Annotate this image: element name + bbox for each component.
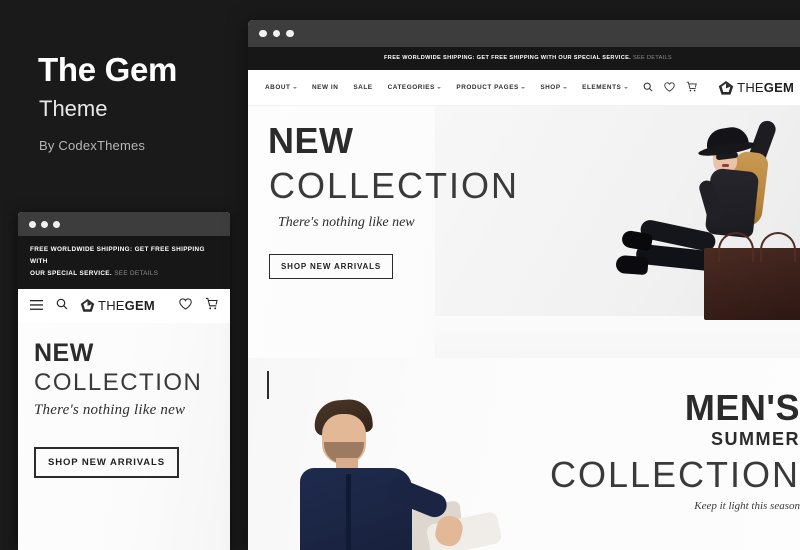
mobile-announcement-line2: OUR SPECIAL SERVICE.	[30, 269, 113, 277]
chevron-down-icon	[437, 86, 442, 89]
nav-label: ELEMENTS	[582, 84, 622, 91]
nav-item-product-pages[interactable]: PRODUCT PAGES	[456, 84, 526, 91]
chevron-down-icon	[563, 86, 568, 89]
hero-slide2-line1: MEN'S	[684, 387, 800, 428]
desktop-site-logo[interactable]: THEGEM	[718, 80, 794, 96]
nav-label: SHOP	[540, 84, 561, 91]
desktop-logo-text: THEGEM	[737, 80, 794, 95]
theme-subtitle: Theme	[39, 96, 108, 121]
mobile-hero-section: NEW COLLECTION There's nothing like new …	[18, 322, 230, 550]
mobile-hero-tagline: There's nothing like new	[34, 402, 186, 419]
desktop-announcement-text: FREE WORLDWIDE SHIPPING: GET FREE SHIPPI…	[384, 55, 632, 62]
hamburger-menu-icon[interactable]	[30, 297, 43, 315]
handbag-handle-shape	[718, 232, 754, 262]
mobile-announcement-bar: FREE WORLDWIDE SHIPPING: GET FREE SHIPPI…	[18, 236, 230, 289]
mobile-see-details-link[interactable]: SEE DETAILS	[114, 270, 158, 277]
mobile-shop-new-arrivals-button[interactable]: SHOP NEW ARRIVALS	[34, 447, 179, 479]
shirt-placket-shape	[346, 474, 351, 550]
hero-slide1-line1: NEW	[268, 120, 354, 161]
main-navigation: ABOUT NEW IN SALE CATEGORIES PRODUCT PAG…	[265, 84, 628, 91]
mobile-site-header: THEGEM	[18, 288, 230, 323]
chevron-down-icon	[623, 86, 628, 89]
shopping-cart-icon[interactable]	[686, 79, 697, 97]
mobile-preview-window: FREE WORLDWIDE SHIPPING: GET FREE SHIPPI…	[18, 212, 230, 550]
logo-gem: GEM	[763, 80, 794, 95]
heart-icon[interactable]	[179, 297, 192, 315]
chevron-down-icon	[292, 86, 297, 89]
model-boot-right-shape	[615, 254, 649, 276]
screenshot-stage: The Gem Theme By CodexThemes FREE WORLDW…	[0, 0, 800, 550]
nav-item-new-in[interactable]: NEW IN	[312, 84, 338, 91]
window-dot-maximize[interactable]	[286, 29, 294, 38]
hero-slide2-copy: MEN'S SUMMER COLLECTION Keep it light th…	[550, 390, 800, 512]
hero-slide1-copy: NEW COLLECTION There's nothing like new …	[268, 123, 519, 279]
hero-slide2-line2: SUMMER	[711, 429, 800, 449]
nav-item-shop[interactable]: SHOP	[540, 84, 568, 91]
desktop-site-header: ABOUT NEW IN SALE CATEGORIES PRODUCT PAG…	[248, 70, 800, 106]
hero-slide1-line2: COLLECTION	[269, 165, 520, 206]
window-dot-close[interactable]	[29, 220, 36, 228]
window-dot-close[interactable]	[259, 29, 267, 38]
chevron-down-icon	[521, 86, 526, 89]
theme-author: By CodexThemes	[39, 138, 146, 153]
nav-item-sale[interactable]: SALE	[353, 84, 372, 91]
nav-item-about[interactable]: ABOUT	[265, 84, 297, 91]
gem-pentagon-icon	[718, 80, 734, 95]
nav-label: NEW IN	[311, 84, 339, 91]
model-lips-shape	[722, 164, 729, 167]
logo-the: THE	[737, 80, 764, 95]
nav-label: PRODUCT PAGES	[456, 84, 519, 91]
window-dot-minimize[interactable]	[41, 220, 48, 228]
theme-title: The Gem	[38, 51, 178, 88]
handbag-handle-shape	[760, 232, 796, 262]
leather-handbag-product	[704, 232, 800, 320]
mobile-site-logo[interactable]: THEGEM	[80, 298, 155, 313]
desktop-announcement-bar: FREE WORLDWIDE SHIPPING: GET FREE SHIPPI…	[248, 47, 800, 70]
shopping-cart-icon[interactable]	[205, 297, 218, 315]
theme-info-panel: The Gem Theme By CodexThemes FREE WORLDW…	[0, 0, 245, 550]
hero-slide1-tagline: There's nothing like new	[278, 215, 415, 230]
nav-item-categories[interactable]: CATEGORIES	[388, 84, 442, 91]
hero-slide2-accent-bar	[267, 371, 269, 399]
desktop-hero-slide-new-collection: NEW COLLECTION There's nothing like new …	[248, 106, 800, 358]
desktop-preview-window: FREE WORLDWIDE SHIPPING: GET FREE SHIPPI…	[248, 20, 800, 550]
window-dot-minimize[interactable]	[272, 29, 280, 38]
nav-label: CATEGORIES	[387, 84, 435, 91]
hero-slide2-tagline: Keep it light this season	[694, 499, 800, 512]
logo-gem: GEM	[124, 298, 155, 314]
logo-the: THE	[98, 298, 125, 314]
studio-floor-shape	[435, 316, 800, 358]
desktop-browser-chrome	[248, 20, 800, 47]
desktop-see-details-link[interactable]: SEE DETAILS	[633, 53, 672, 63]
window-dot-maximize[interactable]	[53, 220, 60, 228]
mobile-hero-line2: COLLECTION	[34, 368, 203, 396]
desktop-hero-slide-mens-summer: MEN'S SUMMER COLLECTION Keep it light th…	[248, 358, 800, 550]
mobile-browser-chrome	[18, 212, 230, 236]
heart-icon[interactable]	[664, 79, 675, 97]
header-utility-icons	[643, 79, 697, 97]
search-icon[interactable]	[56, 297, 68, 315]
gem-pentagon-icon	[80, 298, 95, 312]
hero-slide2-line3: COLLECTION	[549, 454, 800, 496]
nav-item-elements[interactable]: ELEMENTS	[582, 84, 628, 91]
mobile-logo-text: THEGEM	[98, 298, 155, 313]
hero-slide2-photo	[278, 358, 508, 550]
mobile-hero-line1: NEW	[34, 338, 94, 367]
search-icon[interactable]	[643, 79, 653, 97]
nav-label: ABOUT	[265, 84, 291, 91]
hero-shop-new-arrivals-button[interactable]: SHOP NEW ARRIVALS	[269, 254, 394, 279]
mobile-announcement-line1: FREE WORLDWIDE SHIPPING: GET FREE SHIPPI…	[30, 246, 205, 265]
nav-label: SALE	[353, 84, 373, 91]
